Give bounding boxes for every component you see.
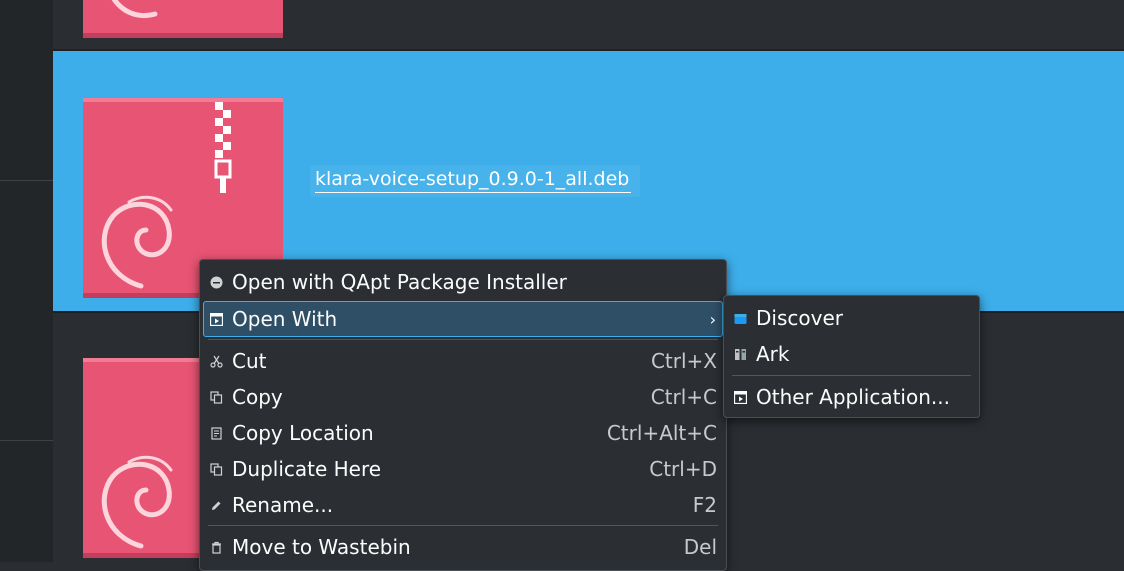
menu-item-copy[interactable]: Copy Ctrl+C — [204, 380, 722, 414]
discover-icon — [733, 311, 747, 325]
submenu-arrow-icon: › — [709, 309, 716, 329]
ark-icon — [733, 347, 747, 361]
sidebar-divider — [0, 440, 53, 441]
open-with-icon — [209, 312, 223, 326]
shortcut-duplicate: Ctrl+D — [649, 457, 717, 481]
shortcut-cut: Ctrl+X — [650, 349, 717, 373]
menu-item-copy-location[interactable]: Copy Location Ctrl+Alt+C — [204, 416, 722, 450]
menu-item-duplicate-here[interactable]: Duplicate Here Ctrl+D — [204, 452, 722, 486]
file-name-label[interactable]: klara-voice-setup_0.9.0-1_all.deb — [315, 168, 632, 193]
copy-location-icon — [209, 426, 223, 440]
menu-separator — [208, 339, 718, 340]
open-with-submenu: Discover Ark Other Application... — [723, 295, 980, 418]
menu-item-open-with[interactable]: Open With › — [203, 301, 723, 337]
menu-separator — [732, 375, 971, 376]
menu-item-open-with-qapt[interactable]: Open with QApt Package Installer — [204, 265, 722, 299]
trash-icon — [209, 540, 223, 554]
menu-separator — [208, 525, 718, 526]
sidebar-divider — [0, 180, 53, 181]
scissors-icon — [209, 354, 223, 368]
submenu-item-other-application[interactable]: Other Application... — [728, 380, 975, 414]
shortcut-copy-location: Ctrl+Alt+C — [606, 421, 717, 445]
shortcut-wastebin: Del — [683, 535, 717, 559]
package-installer-icon — [209, 275, 223, 289]
duplicate-icon — [209, 462, 223, 476]
places-sidebar — [0, 0, 53, 562]
menu-item-cut[interactable]: Cut Ctrl+X — [204, 344, 722, 378]
file-item-above[interactable] — [83, 0, 283, 38]
submenu-item-discover[interactable]: Discover — [728, 301, 975, 335]
context-menu: Open with QApt Package Installer Open Wi… — [199, 259, 727, 571]
submenu-item-ark[interactable]: Ark — [728, 337, 975, 371]
menu-item-move-to-wastebin[interactable]: Move to Wastebin Del — [204, 530, 722, 564]
other-application-icon — [733, 390, 747, 404]
shortcut-copy: Ctrl+C — [650, 385, 717, 409]
shortcut-rename: F2 — [692, 493, 717, 517]
pencil-icon — [209, 498, 223, 512]
copy-icon — [209, 390, 223, 404]
menu-item-rename[interactable]: Rename... F2 — [204, 488, 722, 522]
